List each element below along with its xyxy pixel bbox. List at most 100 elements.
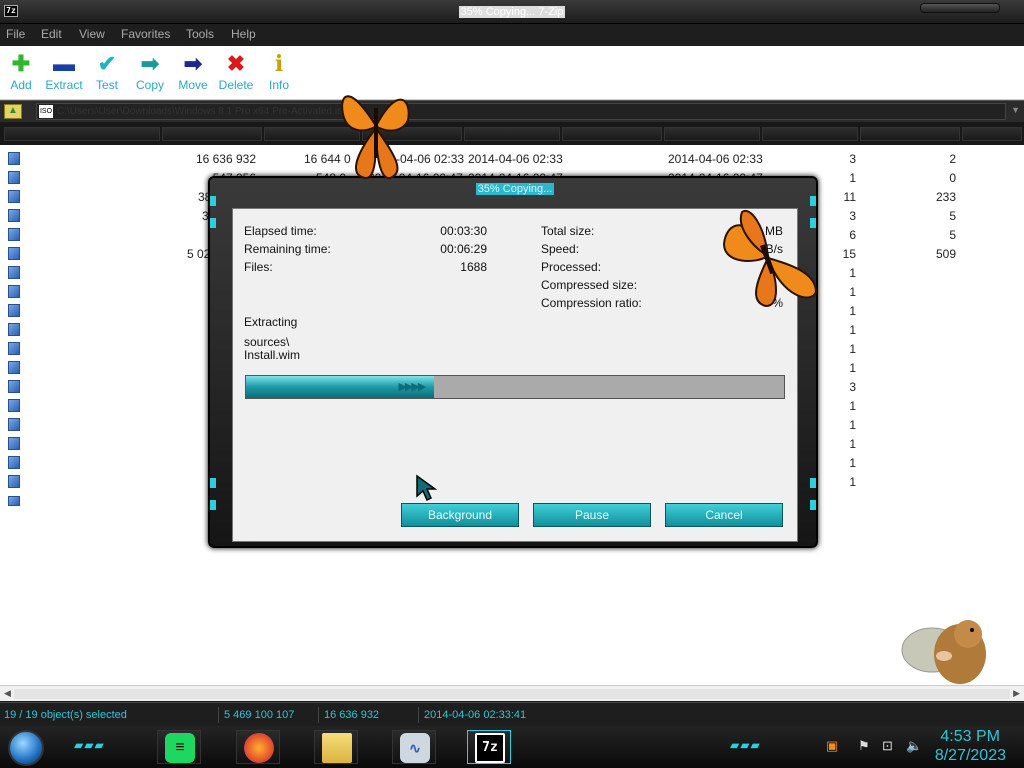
add-icon: ✚: [11, 51, 31, 76]
folder-up-icon[interactable]: ▲: [4, 104, 22, 119]
background-button[interactable]: Background: [401, 503, 519, 527]
menu-tools[interactable]: Tools: [186, 27, 214, 41]
window-controls[interactable]: [920, 3, 1000, 13]
column-header-size[interactable]: [162, 127, 262, 141]
menu-file[interactable]: File: [6, 27, 25, 41]
column-header-created[interactable]: [464, 127, 560, 141]
info-button[interactable]: i Info: [259, 50, 299, 92]
butterfly-image: [722, 209, 818, 308]
folders-cell: 3: [849, 380, 856, 394]
file-icon: [8, 361, 20, 374]
column-header-accessed[interactable]: [562, 127, 662, 141]
network-icon[interactable]: ⊡: [882, 738, 893, 754]
volume-icon[interactable]: 🔈: [906, 738, 922, 754]
files-label: Files:: [244, 260, 273, 274]
start-button[interactable]: [8, 730, 44, 766]
speed-label: Speed:: [541, 242, 580, 256]
folders-cell: 1: [849, 437, 856, 451]
menu-bar: File Edit View Favorites Tools Help: [0, 24, 1024, 46]
flag-icon[interactable]: ⚑: [858, 738, 870, 754]
compressed-size-label: Compressed size:: [541, 278, 638, 292]
folders-cell: 1: [849, 285, 856, 299]
column-header-extra[interactable]: [962, 127, 1022, 141]
tray-app-icon[interactable]: ▣: [826, 738, 838, 754]
folder-icon: [8, 152, 20, 165]
add-label: Add: [10, 78, 32, 92]
files-cell: 5: [949, 228, 956, 242]
scroll-right-icon[interactable]: ▶: [1013, 688, 1020, 699]
butterfly-wing: [341, 95, 378, 132]
folders-cell: 1: [849, 266, 856, 280]
move-label: Move: [178, 78, 208, 92]
folders-cell: 1: [849, 418, 856, 432]
taskbar-accent-left: ▰▰▰: [74, 738, 105, 752]
size-cell: 16 636 932: [195, 152, 256, 166]
folder-icon: [8, 171, 20, 184]
folders-cell: 1: [849, 171, 856, 185]
clock-date[interactable]: 8/27/2023: [935, 747, 1006, 765]
pause-button[interactable]: Pause: [533, 503, 651, 527]
spotify-icon: ≡: [165, 733, 195, 763]
cancel-button[interactable]: Cancel: [665, 503, 783, 527]
size-cell: 5 02: [187, 247, 211, 261]
butterfly-body: [374, 108, 378, 158]
frame-accent: [210, 500, 216, 510]
delete-label: Delete: [218, 78, 254, 92]
move-button[interactable]: ➡ Move: [173, 50, 213, 92]
taskbar-7zip[interactable]: 7z: [467, 730, 511, 764]
hamster-head: [954, 620, 982, 648]
menu-edit[interactable]: Edit: [41, 27, 62, 41]
extract-button[interactable]: ▬ Extract: [44, 50, 84, 92]
file-icon: [8, 456, 20, 469]
copy-button[interactable]: ➡ Copy: [130, 50, 170, 92]
folder-icon: [8, 228, 20, 241]
frame-accent: [210, 196, 216, 206]
delete-button[interactable]: ✖ Delete: [216, 50, 256, 92]
file-explorer-icon: [322, 733, 352, 763]
menu-view[interactable]: View: [79, 27, 105, 41]
menu-favorites[interactable]: Favorites: [121, 27, 170, 41]
taskbar: ▰▰▰ ≡ ∿ 7z ▰▰▰ ▣ ⚑ ⊡ 🔈 4:53 PM 8/27/2023: [0, 726, 1024, 768]
column-header-name[interactable]: [4, 127, 160, 141]
processed-label: Processed:: [541, 260, 602, 274]
taskbar-resource-monitor[interactable]: ∿: [392, 730, 436, 764]
test-icon: ✔: [97, 51, 117, 76]
add-button[interactable]: ✚ Add: [1, 50, 41, 92]
frame-accent: [810, 478, 816, 488]
progress-bar: ▶▶▶▶: [245, 375, 785, 399]
mouse-cursor-icon: [416, 474, 438, 502]
file-icon: [8, 496, 20, 506]
scroll-track[interactable]: [14, 689, 1010, 699]
info-label: Info: [268, 78, 289, 92]
copy-label: Copy: [135, 78, 164, 92]
taskbar-file-explorer[interactable]: [314, 730, 358, 764]
frame-accent: [210, 478, 216, 488]
column-header-folders[interactable]: [762, 127, 858, 141]
scroll-left-icon[interactable]: ◀: [4, 688, 11, 699]
table-row[interactable]: 16 636 932 16 644 0 -04-06 02:33 2014-04…: [0, 148, 1024, 167]
address-dropdown-icon[interactable]: ▼: [1011, 105, 1020, 115]
toolbar: ✚ Add ▬ Extract ✔ Test ➡ Copy ➡ Move ✖ D…: [0, 46, 1024, 100]
address-field[interactable]: ISO C:\Users\User\Downloads\Windows 8.1 …: [36, 103, 1006, 120]
dialog-body: Elapsed time: 00:03:30 Remaining time: 0…: [232, 208, 798, 542]
hamster-image: [901, 620, 986, 684]
file-icon: [8, 380, 20, 393]
folders-cell: 15: [842, 247, 856, 261]
taskbar-firefox[interactable]: [236, 730, 280, 764]
menu-help[interactable]: Help: [231, 27, 256, 41]
butterfly-wing: [374, 124, 399, 179]
current-file: Install.wim: [244, 348, 301, 362]
test-button[interactable]: ✔ Test: [87, 50, 127, 92]
delete-icon: ✖: [226, 51, 246, 76]
column-header-attributes[interactable]: [664, 127, 760, 141]
address-path: C:\Users\User\Downloads\Windows 8.1 Pro …: [57, 106, 351, 117]
status-total-size: 5 469 100 107: [224, 709, 295, 721]
files-value: 1688: [460, 260, 487, 274]
clock-time[interactable]: 4:53 PM: [940, 728, 1000, 746]
horizontal-scrollbar[interactable]: ◀ ▶: [0, 685, 1024, 701]
column-header-files[interactable]: [860, 127, 960, 141]
taskbar-spotify[interactable]: ≡: [157, 730, 201, 764]
info-icon: i: [274, 51, 284, 77]
file-icon: [8, 285, 20, 298]
files-cell: 2: [949, 152, 956, 166]
